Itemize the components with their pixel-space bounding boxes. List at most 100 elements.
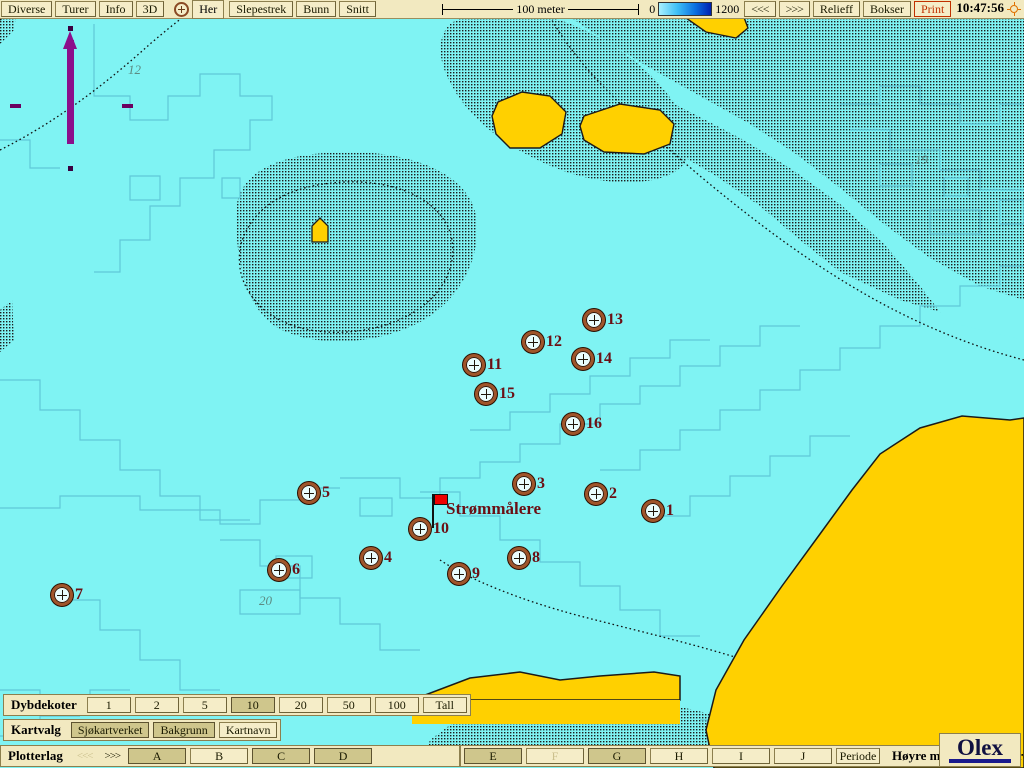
menu-her-group[interactable]: Her: [166, 0, 228, 19]
chart-graphics: [0, 0, 1024, 768]
kartvalg-option-kartnavn[interactable]: Kartnavn: [218, 722, 278, 738]
menu-turer[interactable]: Turer: [55, 1, 96, 17]
menu-3d[interactable]: 3D: [135, 1, 165, 17]
station-marker[interactable]: [513, 473, 535, 495]
plotterlag-prev-button[interactable]: <<<: [71, 747, 99, 765]
station-marker-label: 9: [472, 565, 480, 582]
plotterlag-layer-i[interactable]: I: [712, 748, 770, 764]
print-button[interactable]: Print: [913, 1, 952, 17]
station-marker-label: 1: [666, 502, 674, 519]
plotterlag-title: Plotterlag: [8, 748, 63, 763]
menu-diverse[interactable]: Diverse: [1, 1, 53, 17]
kartvalg-option-sjokartverket[interactable]: Sjøkartverket: [70, 722, 150, 738]
plotterlag-next-button[interactable]: >>>: [99, 747, 127, 765]
menu-her-label: Her: [192, 0, 225, 19]
nav-next-button[interactable]: >>>: [778, 1, 810, 17]
station-marker[interactable]: [268, 559, 290, 581]
plotterlag-bar: Plotterlag <<< >>> A B C D E F G H I J P…: [0, 745, 1024, 767]
dybdekoter-title: Dybdekoter: [11, 697, 77, 712]
olex-logo-rule: [949, 759, 1011, 764]
plotterlag-layer-f[interactable]: F: [526, 748, 584, 764]
plotterlag-layer-e[interactable]: E: [464, 748, 522, 764]
station-marker[interactable]: [448, 563, 470, 585]
periode-button[interactable]: Periode: [836, 748, 880, 764]
station-marker-label: 14: [596, 350, 612, 367]
kartvalg-panel: Kartvalg Sjøkartverket Bakgrunn Kartnavn: [3, 719, 282, 741]
olex-wordmark: Olex: [957, 734, 1003, 760]
dybdekoter-panel: Dybdekoter 1 2 5 10 20 50 100 Tall: [3, 694, 471, 716]
plotterlag-layer-c[interactable]: C: [252, 748, 311, 764]
station-marker[interactable]: [572, 348, 594, 370]
top-toolbar: Diverse Turer Info 3D Her Slepestrek Bun…: [0, 0, 1024, 19]
target-icon: [174, 1, 190, 17]
plotterlag-layer-a[interactable]: A: [128, 748, 187, 764]
plotterlag-layer-h[interactable]: H: [650, 748, 708, 764]
strommalere-annotation: Strømmålere: [446, 499, 542, 518]
dybdekoter-option-5[interactable]: 5: [182, 697, 227, 713]
relieff-button[interactable]: Relieff: [812, 1, 860, 17]
station-marker-label: 3: [537, 475, 545, 492]
station-marker-label: 7: [75, 586, 83, 603]
dybdekoter-option-20[interactable]: 20: [278, 697, 323, 713]
plotterlag-panel-left: Plotterlag <<< >>> A B C D: [0, 745, 460, 767]
station-marker[interactable]: [642, 500, 664, 522]
menu-slepestrek[interactable]: Slepestrek: [229, 1, 294, 17]
station-marker[interactable]: [475, 383, 497, 405]
station-marker[interactable]: [522, 331, 544, 353]
nav-prev-button[interactable]: <<<: [744, 1, 776, 17]
nautical-chart-canvas[interactable]: 12 19 20 Strømmålere 1 2 3 4 5 6 7 8 9 1…: [0, 0, 1024, 768]
station-marker-label: 6: [292, 561, 300, 578]
station-marker-label: 5: [322, 484, 330, 501]
clock-display: 10:47:56: [956, 0, 1004, 15]
dybdekoter-option-1[interactable]: 1: [86, 697, 131, 713]
depth-gradient-swatch: [658, 2, 713, 16]
dybdekoter-option-tall[interactable]: Tall: [422, 697, 467, 713]
depth-legend-max: 1200: [715, 1, 740, 16]
station-marker-label: 4: [384, 549, 392, 566]
station-marker-label: 16: [586, 415, 602, 432]
depth-label: 12: [128, 62, 141, 77]
station-marker-label: 11: [487, 356, 503, 373]
menu-snitt[interactable]: Snitt: [339, 1, 376, 17]
depth-color-legend: 0 1200: [649, 0, 739, 18]
range-dash-left: [10, 104, 21, 108]
station-marker[interactable]: [51, 584, 73, 606]
range-dash-right: [122, 104, 133, 108]
station-marker-label: 12: [546, 333, 562, 350]
menu-bunn[interactable]: Bunn: [296, 1, 337, 17]
menu-info[interactable]: Info: [98, 1, 133, 17]
station-marker-label: 10: [433, 520, 449, 537]
station-marker[interactable]: [298, 482, 320, 504]
plotterlag-layer-b[interactable]: B: [190, 748, 249, 764]
station-marker[interactable]: [463, 354, 485, 376]
depth-label: 19: [915, 152, 928, 167]
north-heading-arrow: [63, 26, 78, 171]
dybdekoter-option-50[interactable]: 50: [326, 697, 371, 713]
depth-legend-min: 0: [649, 1, 656, 16]
station-marker-label: 15: [499, 385, 515, 402]
scale-bar-label: 100 meter: [513, 3, 568, 15]
dybdekoter-option-2[interactable]: 2: [134, 697, 179, 713]
station-marker[interactable]: [360, 547, 382, 569]
plotterlag-panel-right: E F G H I J Periode Høyre museknapp endr…: [460, 745, 1024, 767]
station-marker-label: 13: [607, 311, 623, 328]
bokser-button[interactable]: Bokser: [862, 1, 911, 17]
kartvalg-option-bakgrunn[interactable]: Bakgrunn: [153, 722, 215, 738]
olex-logo: Olex: [939, 733, 1021, 767]
dybdekoter-option-10[interactable]: 10: [230, 697, 275, 713]
station-marker[interactable]: [508, 547, 530, 569]
scale-bar: 100 meter: [441, 0, 640, 18]
depth-label: 20: [259, 593, 272, 608]
olex-chart-plotter-window: 12 19 20 Strømmålere 1 2 3 4 5 6 7 8 9 1…: [0, 0, 1024, 768]
station-marker-label: 2: [609, 485, 617, 502]
station-marker[interactable]: [585, 483, 607, 505]
station-marker[interactable]: [562, 413, 584, 435]
plotterlag-layer-j[interactable]: J: [774, 748, 832, 764]
station-marker[interactable]: [583, 309, 605, 331]
plotterlag-layer-g[interactable]: G: [588, 748, 646, 764]
station-marker[interactable]: [409, 518, 431, 540]
sun-icon[interactable]: [1007, 2, 1021, 16]
plotterlag-layer-d[interactable]: D: [314, 748, 373, 764]
dybdekoter-option-100[interactable]: 100: [374, 697, 419, 713]
station-marker-label: 8: [532, 549, 540, 566]
